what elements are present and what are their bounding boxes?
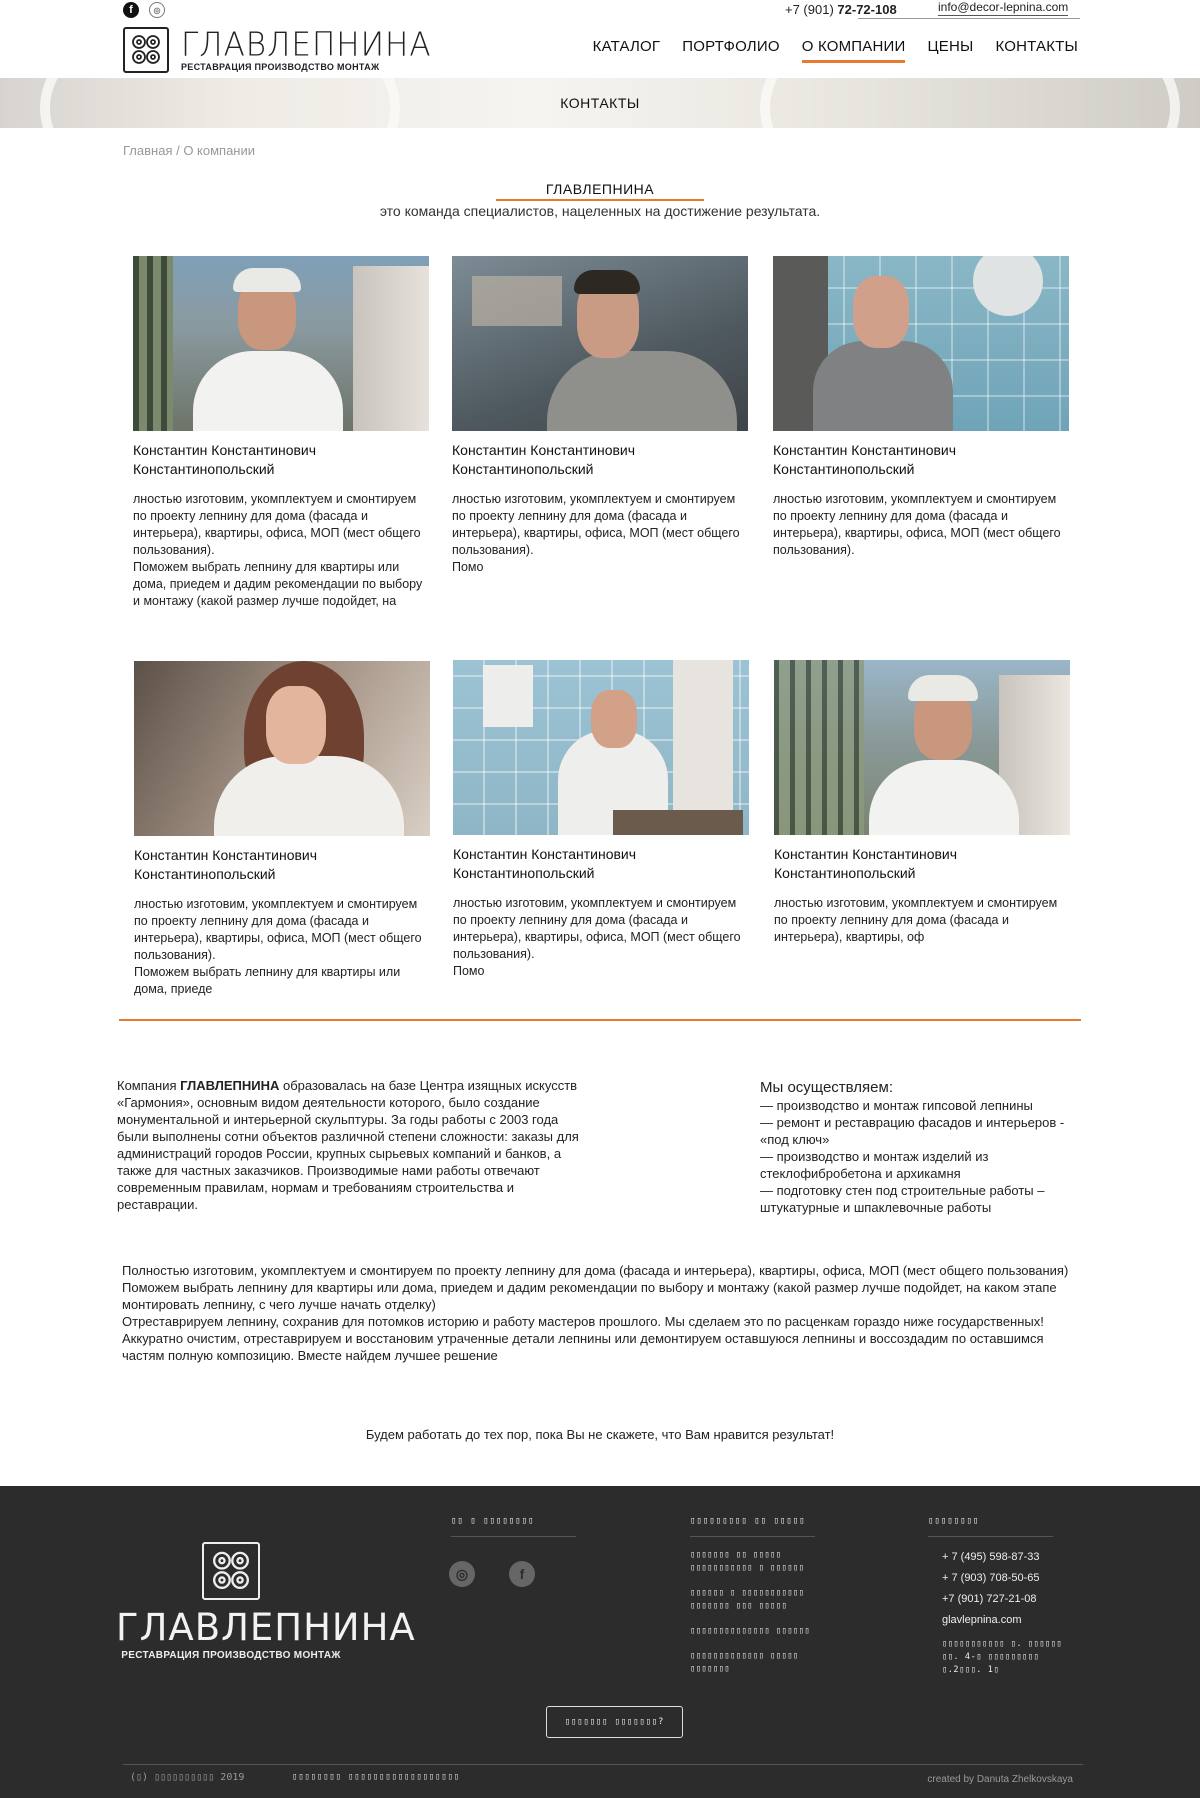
footer-copyright: (▯) ▯▯▯▯▯▯▯▯▯▯ 2019 bbox=[130, 1772, 245, 1783]
services-title: Мы осуществляем: bbox=[760, 1079, 893, 1096]
footer-divider bbox=[123, 1764, 1083, 1765]
site-logo[interactable]: ГЛАВЛЕПНИНА РЕСТАВРАЦИЯ ПРОИЗВОДСТВО МОН… bbox=[123, 26, 432, 74]
logo-mark-icon bbox=[123, 27, 169, 73]
company-name: ГЛАВЛЕПНИНА bbox=[180, 1078, 280, 1093]
ask-question-button[interactable]: ▯▯▯▯▯▯▯ ▯▯▯▯▯▯▯? bbox=[546, 1706, 683, 1738]
team-member-description: лностью изготовим, укомплектуем и смонти… bbox=[133, 492, 423, 608]
main-nav: КАТАЛОГ ПОРТФОЛИО О КОМПАНИИ ЦЕНЫ КОНТАК… bbox=[593, 38, 1078, 63]
service-item: — производство и монтаж гипсовой лепнины bbox=[760, 1098, 1033, 1113]
team-member-name: Константин Константинович Константинопол… bbox=[773, 442, 957, 477]
closing-statement: Будем работать до тех пор, пока Вы не ск… bbox=[365, 1427, 835, 1442]
facebook-icon[interactable]: f bbox=[509, 1561, 535, 1587]
team-member-name: Константин Константинович Константинопол… bbox=[133, 442, 317, 477]
section-divider bbox=[119, 1019, 1081, 1021]
team-member-description: лностью изготовим, укомплектуем и смонти… bbox=[774, 896, 1058, 944]
logo-name: ГЛАВЛЕПНИНА bbox=[181, 25, 432, 64]
team-member-photo bbox=[453, 660, 749, 835]
footer-link[interactable]: ▯▯▯▯▯▯▯ ▯▯ ▯▯▯▯▯ ▯▯▯▯▯▯▯▯▯▯▯ ▯ ▯▯▯▯▯▯ bbox=[690, 1549, 815, 1575]
team-member-card: Константин Константинович Константинопол… bbox=[774, 660, 1070, 946]
footer-logo[interactable]: ГЛАВЛЕПНИНА РЕСТАВРАЦИЯ ПРОИЗВОДСТВО МОН… bbox=[116, 1542, 416, 1661]
top-divider bbox=[858, 18, 1080, 19]
team-member-card: Константин Константинович Константинопол… bbox=[773, 256, 1069, 559]
footer-phone[interactable]: + 7 (495) 598-87-33 bbox=[942, 1547, 1078, 1568]
team-member-photo bbox=[133, 256, 429, 431]
team-member-card: Константин Константинович Константинопол… bbox=[452, 256, 748, 576]
footer-contacts-column: ▯▯▯▯▯▯▯▯ + 7 (495) 598-87-33 + 7 (903) 7… bbox=[928, 1516, 1078, 1677]
team-member-name: Константин Константинович Константинопол… bbox=[452, 442, 636, 477]
team-member-photo bbox=[773, 256, 1069, 431]
footer-contacts-heading: ▯▯▯▯▯▯▯▯ bbox=[928, 1516, 1053, 1537]
team-member-description: лностью изготовим, укомплектуем и смонти… bbox=[453, 896, 741, 978]
team-member-name: Константин Константинович Константинопол… bbox=[453, 846, 637, 881]
top-social-links: f ◎ bbox=[123, 2, 165, 18]
footer-logo-tagline: РЕСТАВРАЦИЯ ПРОИЗВОДСТВО МОНТАЖ bbox=[121, 1650, 341, 1661]
instagram-icon[interactable]: ◎ bbox=[149, 2, 165, 18]
team-member-photo bbox=[134, 661, 430, 836]
footer-links-heading: ▯▯▯▯▯▯▯▯▯ ▯▯ ▯▯▯▯▯ bbox=[690, 1516, 815, 1537]
footer-logo-mark-icon bbox=[202, 1542, 260, 1600]
header-phone[interactable]: +7 (901) 72-72-108 bbox=[785, 2, 897, 17]
team-member-name: Константин Константинович Константинопол… bbox=[774, 846, 958, 881]
nav-prices[interactable]: ЦЕНЫ bbox=[927, 38, 973, 63]
nav-catalog[interactable]: КАТАЛОГ bbox=[593, 38, 661, 63]
nav-portfolio[interactable]: ПОРТФОЛИО bbox=[682, 38, 779, 63]
facebook-icon[interactable]: f bbox=[123, 2, 139, 18]
footer: ГЛАВЛЕПНИНА РЕСТАВРАЦИЯ ПРОИЗВОДСТВО МОН… bbox=[0, 1486, 1200, 1798]
footer-link[interactable]: ▯▯▯▯▯▯▯▯▯▯▯▯▯ ▯▯▯▯▯ ▯▯▯▯▯▯▯ bbox=[690, 1650, 815, 1676]
footer-link[interactable]: ▯▯▯▯▯▯ ▯ ▯▯▯▯▯▯▯▯▯▯▯ ▯▯▯▯▯▯▯ ▯▯▯ ▯▯▯▯▯ bbox=[690, 1587, 815, 1613]
footer-social-column: ▯▯ ▯ ▯▯▯▯▯▯▯▯ ◎ f bbox=[449, 1516, 576, 1587]
team-member-description: лностью изготовим, укомплектуем и смонти… bbox=[452, 492, 740, 574]
topbar: f ◎ +7 (901) 72-72-108 info@decor-lepnin… bbox=[0, 0, 1200, 22]
privacy-policy-link[interactable]: ▯▯▯▯▯▯▯▯ ▯▯▯▯▯▯▯▯▯▯▯▯▯▯▯▯▯▯ bbox=[292, 1772, 460, 1782]
team-member-card: Константин Константинович Константинопол… bbox=[453, 660, 749, 980]
footer-credit[interactable]: created by Danuta Zhelkovskaya bbox=[927, 1774, 1073, 1785]
services-list: Мы осуществляем: — производство и монтаж… bbox=[760, 1079, 1090, 1216]
footer-links-column: ▯▯▯▯▯▯▯▯▯ ▯▯ ▯▯▯▯▯ ▯▯▯▯▯▯▯ ▯▯ ▯▯▯▯▯ ▯▯▯▯… bbox=[690, 1516, 815, 1676]
footer-link[interactable]: ▯▯▯▯▯▯▯▯▯▯▯▯▯▯ ▯▯▯▯▯▯ bbox=[690, 1625, 815, 1638]
banner-title: КОНТАКТЫ bbox=[560, 95, 640, 111]
instagram-icon[interactable]: ◎ bbox=[449, 1561, 475, 1587]
page-banner: КОНТАКТЫ bbox=[0, 78, 1200, 128]
team-member-name: Константин Константинович Константинопол… bbox=[134, 847, 318, 882]
footer-site[interactable]: glavlepnina.com bbox=[942, 1610, 1078, 1631]
team-member-card: Константин Константинович Константинопол… bbox=[134, 661, 430, 998]
nav-contacts[interactable]: КОНТАКТЫ bbox=[995, 38, 1078, 63]
intro-subtitle: это команда специалистов, нацеленных на … bbox=[379, 203, 821, 219]
breadcrumb[interactable]: Главная / О компании bbox=[123, 143, 255, 158]
nav-about[interactable]: О КОМПАНИИ bbox=[801, 38, 906, 63]
services-description: Полностью изготовим, укомплектуем и смон… bbox=[122, 1263, 1069, 1363]
intro: ГЛАВЛЕПНИНА это команда специалистов, на… bbox=[0, 181, 1200, 219]
team-member-description: лностью изготовим, укомплектуем и смонти… bbox=[134, 897, 422, 996]
footer-logo-name: ГЛАВЛЕПНИНА bbox=[116, 1606, 416, 1649]
service-item: — ремонт и реставрацию фасадов и интерье… bbox=[760, 1115, 1065, 1147]
team-member-description: лностью изготовим, укомплектуем и смонти… bbox=[773, 492, 1061, 557]
service-item: — производство и монтаж изделий из стекл… bbox=[760, 1149, 989, 1181]
service-item: — подготовку стен под строительные работ… bbox=[760, 1183, 1045, 1215]
footer-address: ▯▯▯▯▯▯▯▯▯▯▯ ▯. ▯▯▯▯▯▯ ▯▯. 4-▯ ▯▯▯▯▯▯▯▯▯ … bbox=[942, 1639, 1063, 1675]
team-member-photo bbox=[774, 660, 1070, 835]
intro-title: ГЛАВЛЕПНИНА bbox=[495, 181, 705, 201]
footer-phone[interactable]: +7 (901) 727-21-08 bbox=[942, 1589, 1078, 1610]
team-member-card: Константин Константинович Константинопол… bbox=[133, 256, 429, 610]
company-history: Компания ГЛАВЛЕПНИНА образовалась на баз… bbox=[117, 1078, 579, 1212]
footer-phone[interactable]: + 7 (903) 708-50-65 bbox=[942, 1568, 1078, 1589]
footer-social-heading: ▯▯ ▯ ▯▯▯▯▯▯▯▯ bbox=[451, 1516, 576, 1537]
header-email[interactable]: info@decor-lepnina.com bbox=[938, 0, 1069, 16]
team-member-photo bbox=[452, 256, 748, 431]
